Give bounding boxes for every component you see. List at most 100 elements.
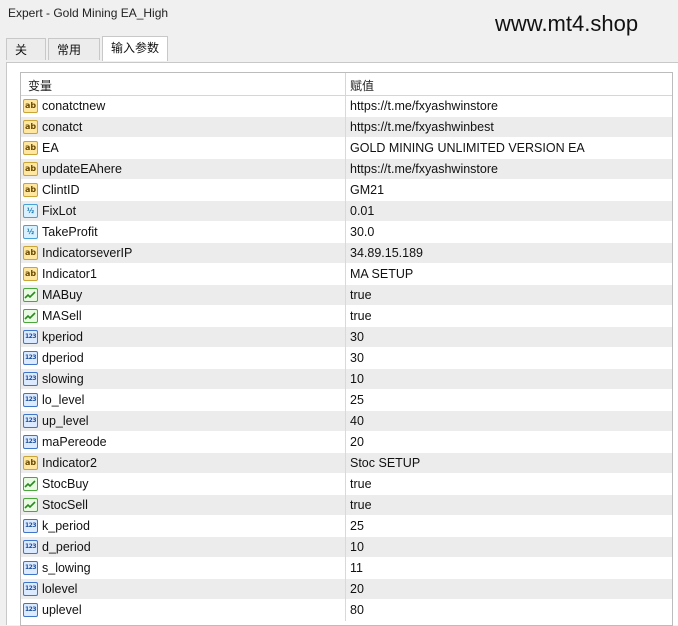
table-row[interactable]: ab ClintID GM21 (21, 180, 672, 201)
param-value[interactable]: 30 (350, 330, 364, 344)
param-value[interactable]: 40 (350, 414, 364, 428)
column-divider (345, 327, 346, 348)
column-divider (345, 495, 346, 516)
int-type-icon: 123 (23, 393, 38, 407)
table-row[interactable]: StocSell true (21, 495, 672, 516)
param-value[interactable]: 30.0 (350, 225, 374, 239)
int-type-icon: 123 (23, 519, 38, 533)
ab-string-icon: ab (23, 183, 38, 197)
column-divider (345, 453, 346, 474)
param-name: conatctnew (42, 99, 106, 113)
header-divider[interactable] (345, 73, 346, 95)
param-name: up_level (42, 414, 89, 428)
param-value[interactable]: Stoc SETUP (350, 456, 420, 470)
param-value[interactable]: 20 (350, 582, 364, 596)
table-row[interactable]: ab updateEAhere https://t.me/fxyashwinstor… (21, 159, 672, 180)
ab-string-icon: ab (23, 456, 38, 470)
window-title: Expert - Gold Mining EA_High (8, 6, 169, 20)
table-row[interactable]: 123 kperiod 30 (21, 327, 672, 348)
column-divider (345, 222, 346, 243)
table-row[interactable]: MASell true (21, 306, 672, 327)
param-name: StocSell (42, 498, 88, 512)
ab-string-icon: ab (23, 99, 38, 113)
param-name: TakeProfit (42, 225, 98, 239)
table-row[interactable]: StocBuy true (21, 474, 672, 495)
column-divider (345, 411, 346, 432)
table-row[interactable]: ½ TakeProfit 30.0 (21, 222, 672, 243)
param-value[interactable]: 0.01 (350, 204, 374, 218)
table-row[interactable]: ½ FixLot 0.01 (21, 201, 672, 222)
param-value[interactable]: GOLD MINING UNLIMITED VERSION EA (350, 141, 585, 155)
inputs-panel: 变量 赋值 ab conatctnew https://t.me/fxyashwin… (6, 62, 678, 626)
grid-header: 变量 赋值 (21, 73, 672, 96)
tab-about[interactable]: 关于 (6, 38, 46, 79)
param-value[interactable]: true (350, 477, 372, 491)
param-value[interactable]: GM21 (350, 183, 384, 197)
param-value[interactable]: 25 (350, 393, 364, 407)
table-row[interactable]: ab Indicator1 MA SETUP (21, 264, 672, 285)
table-row[interactable]: 123 s_lowing 11 (21, 558, 672, 579)
table-row[interactable]: 123 k_period 25 (21, 516, 672, 537)
table-row[interactable]: ab EA GOLD MINING UNLIMITED VERSION EA (21, 138, 672, 159)
column-divider (345, 201, 346, 222)
ab-string-icon: ab (23, 246, 38, 260)
param-value[interactable]: 80 (350, 603, 364, 617)
param-name: maPereode (42, 435, 107, 449)
column-divider (345, 516, 346, 537)
table-row[interactable]: ab IndicatorseverIP 34.89.15.189 (21, 243, 672, 264)
param-value[interactable]: https://t.me/fxyashwinstore (350, 99, 498, 113)
param-value[interactable]: true (350, 309, 372, 323)
double-type-icon: ½ (23, 204, 38, 218)
param-name: EA (42, 141, 59, 155)
bool-type-icon (23, 477, 38, 491)
table-row[interactable]: 123 slowing 10 (21, 369, 672, 390)
int-type-icon: 123 (23, 330, 38, 344)
table-row[interactable]: ab conatct https://t.me/fxyashwinbest (21, 117, 672, 138)
int-type-icon: 123 (23, 540, 38, 554)
param-value[interactable]: 25 (350, 519, 364, 533)
column-divider (345, 285, 346, 306)
ab-string-icon: ab (23, 120, 38, 134)
param-value[interactable]: https://t.me/fxyashwinstore (350, 162, 498, 176)
param-value[interactable]: true (350, 498, 372, 512)
param-value[interactable]: https://t.me/fxyashwinbest (350, 120, 494, 134)
int-type-icon: 123 (23, 435, 38, 449)
param-name: s_lowing (42, 561, 91, 575)
param-name: uplevel (42, 603, 82, 617)
param-name: IndicatorseverIP (42, 246, 133, 260)
tab-common[interactable]: 常用 (48, 38, 100, 60)
param-value[interactable]: 10 (350, 540, 364, 554)
table-row[interactable]: 123 d_period 10 (21, 537, 672, 558)
table-row[interactable]: ab conatctnew https://t.me/fxyashwinstore (21, 96, 672, 117)
param-name: d_period (42, 540, 91, 554)
param-name: updateEAhere (42, 162, 122, 176)
column-divider (345, 243, 346, 264)
param-value[interactable]: 11 (350, 561, 363, 575)
param-name: FixLot (42, 204, 77, 218)
param-value[interactable]: 34.89.15.189 (350, 246, 423, 260)
tab-inputs[interactable]: 输入参数 (102, 36, 168, 61)
table-row[interactable]: 123 uplevel 80 (21, 600, 672, 621)
column-divider (345, 432, 346, 453)
column-divider (345, 264, 346, 285)
int-type-icon: 123 (23, 561, 38, 575)
param-value[interactable]: MA SETUP (350, 267, 413, 281)
header-value[interactable]: 赋值 (350, 77, 374, 94)
table-row[interactable]: ab Indicator2 Stoc SETUP (21, 453, 672, 474)
table-row[interactable]: 123 dperiod 30 (21, 348, 672, 369)
table-row[interactable]: 123 maPereode 20 (21, 432, 672, 453)
table-row[interactable]: 123 lolevel 20 (21, 579, 672, 600)
ab-string-icon: ab (23, 162, 38, 176)
header-variable[interactable]: 变量 (28, 77, 52, 94)
int-type-icon: 123 (23, 603, 38, 617)
column-divider (345, 306, 346, 327)
param-value[interactable]: true (350, 288, 372, 302)
param-value[interactable]: 20 (350, 435, 364, 449)
param-name: ClintID (42, 183, 80, 197)
table-row[interactable]: MABuy true (21, 285, 672, 306)
column-divider (345, 180, 346, 201)
param-value[interactable]: 10 (350, 372, 364, 386)
param-value[interactable]: 30 (350, 351, 364, 365)
table-row[interactable]: 123 lo_level 25 (21, 390, 672, 411)
table-row[interactable]: 123 up_level 40 (21, 411, 672, 432)
